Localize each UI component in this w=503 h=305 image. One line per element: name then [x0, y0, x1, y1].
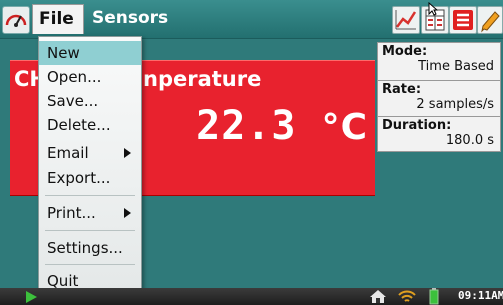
wifi-icon	[398, 290, 416, 302]
menu-item-label: Export...	[47, 169, 111, 187]
menu-item-label: Save...	[47, 92, 99, 110]
menu-item-delete[interactable]: Delete...	[39, 113, 141, 137]
mode-info[interactable]: Mode: Time Based	[377, 42, 501, 85]
collection-settings-panel: Mode: Time Based Rate: 2 samples/s Durat…	[375, 40, 503, 288]
rate-value: 2 samples/s	[416, 97, 494, 112]
top-bar: File Sensors	[0, 0, 503, 39]
battery-icon	[429, 288, 439, 305]
rate-info[interactable]: Rate: 2 samples/s	[377, 80, 501, 117]
menu-item-open[interactable]: Open...	[39, 65, 141, 89]
submenu-arrow-icon	[124, 208, 131, 218]
menu-item-label: Open...	[47, 68, 102, 86]
menu-item-print[interactable]: Print...	[39, 201, 141, 225]
duration-info[interactable]: Duration: 180.0 s	[377, 116, 501, 152]
sensor-reading: 22.3 °C	[196, 103, 368, 149]
graph-icon[interactable]	[392, 6, 420, 34]
menu-item-settings[interactable]: Settings...	[39, 236, 141, 260]
cursor-icon	[428, 2, 438, 16]
menu-separator	[45, 230, 135, 231]
status-bar: 09:11AM	[0, 288, 503, 305]
submenu-arrow-icon	[124, 148, 131, 158]
list-icon[interactable]	[449, 6, 477, 34]
clock: 09:11AM	[458, 289, 503, 302]
play-icon[interactable]	[26, 291, 37, 303]
rate-label: Rate:	[382, 82, 422, 97]
menu-item-export[interactable]: Export...	[39, 166, 141, 190]
menu-item-new[interactable]: New	[39, 41, 141, 65]
duration-label: Duration:	[382, 118, 452, 133]
file-menu-button[interactable]: File	[32, 4, 84, 34]
home-icon[interactable]	[369, 289, 387, 304]
menu-separator	[45, 195, 135, 196]
menu-separator	[45, 264, 135, 265]
mode-value: Time Based	[418, 59, 494, 74]
pencil-icon[interactable]	[477, 6, 503, 34]
file-dropdown-menu: New Open... Save... Delete... Email Expo…	[38, 36, 142, 294]
menu-item-email[interactable]: Email	[39, 141, 141, 165]
gauge-icon[interactable]	[2, 6, 30, 34]
menu-item-label: Email	[47, 144, 89, 162]
sensors-menu-button[interactable]: Sensors	[92, 4, 168, 34]
duration-value: 180.0 s	[445, 133, 494, 148]
menu-item-label: Print...	[47, 204, 96, 222]
mode-label: Mode:	[382, 44, 428, 59]
sensor-value: 22.3	[196, 103, 297, 149]
menu-item-label: New	[47, 44, 80, 62]
menu-item-label: Delete...	[47, 116, 111, 134]
menu-item-save[interactable]: Save...	[39, 89, 141, 113]
sensor-unit: °C	[321, 107, 368, 148]
menu-item-label: Settings...	[47, 239, 123, 257]
